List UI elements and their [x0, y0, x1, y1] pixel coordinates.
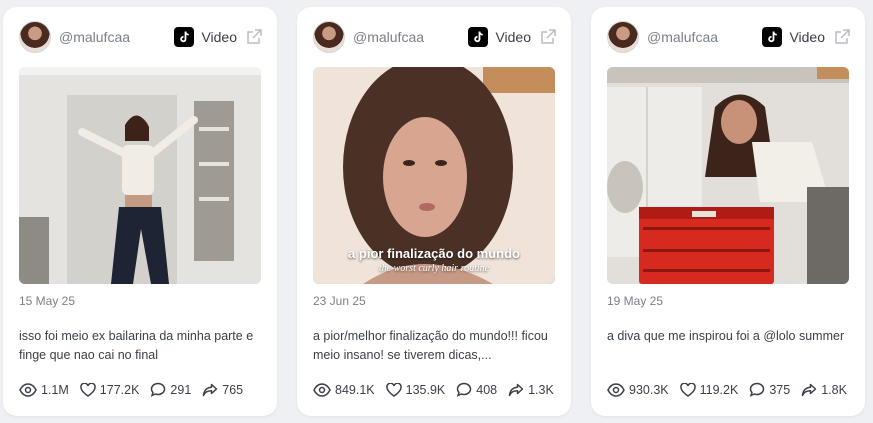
post-date: 15 May 25	[19, 294, 76, 308]
overlay-subtitle: the worst curly hair routine	[378, 263, 490, 274]
post-card[interactable]: @malufcaa Video	[3, 7, 277, 416]
eye-icon	[607, 382, 625, 397]
post-date: 23 Jun 25	[313, 294, 366, 308]
external-link-icon[interactable]	[539, 28, 557, 46]
eye-icon	[19, 382, 37, 397]
likes-stat: 177.2K	[80, 382, 140, 397]
shares-stat: 1.3K	[508, 383, 554, 397]
views-stat: 849.1K	[313, 383, 375, 397]
post-card[interactable]: @malufcaa Video a pior finalização do mu…	[297, 7, 571, 416]
tiktok-icon	[468, 27, 489, 47]
heart-icon	[385, 382, 402, 397]
likes-count: 119.2K	[699, 382, 739, 397]
share-icon	[508, 383, 524, 396]
video-thumbnail[interactable]	[607, 67, 849, 284]
platform-label: Video	[201, 29, 237, 45]
tiktok-icon	[174, 27, 195, 47]
eye-icon	[313, 382, 331, 397]
card-header: @malufcaa Video	[19, 21, 263, 53]
post-description: a pior/melhor finalização do mundo!!! fi…	[313, 329, 548, 362]
platform-info: Video	[762, 26, 851, 48]
comments-count: 408	[476, 382, 498, 397]
platform-info: Video	[174, 26, 263, 48]
likes-count: 177.2K	[99, 382, 140, 397]
post-date: 19 May 25	[607, 294, 664, 308]
comments-count: 375	[769, 382, 791, 397]
platform-label: Video	[789, 29, 825, 45]
creator-handle[interactable]: @malufcaa	[59, 29, 130, 45]
shares-stat: 1.8K	[801, 383, 847, 397]
video-thumbnail[interactable]	[19, 67, 261, 284]
video-thumbnail[interactable]: a pior finalização do mundo the worst cu…	[313, 67, 555, 284]
external-link-icon[interactable]	[245, 28, 263, 46]
post-card[interactable]: @malufcaa Video	[591, 7, 865, 416]
share-icon	[801, 383, 817, 396]
tiktok-icon	[762, 27, 783, 47]
views-count: 930.3K	[629, 382, 669, 397]
avatar[interactable]	[19, 21, 51, 53]
platform-label: Video	[495, 29, 531, 45]
heart-icon	[80, 382, 96, 397]
comment-icon	[151, 382, 166, 397]
post-stats: 849.1K 135.9K 408 1.3K	[313, 382, 563, 397]
views-stat: 1.1M	[19, 383, 69, 397]
heart-icon	[679, 382, 696, 397]
views-stat: 930.3K	[607, 383, 669, 397]
comments-stat: 291	[150, 382, 191, 397]
post-description: isso foi meio ex bailarina da minha part…	[19, 329, 254, 362]
comment-icon	[750, 382, 765, 397]
overlay-title: a pior finalização do mundo	[348, 246, 520, 261]
comments-stat: 375	[749, 382, 790, 397]
shares-stat: 765	[202, 383, 243, 397]
views-count: 849.1K	[335, 382, 375, 397]
share-icon	[203, 383, 218, 396]
video-caption-overlay: a pior finalização do mundo the worst cu…	[313, 246, 555, 274]
post-stats: 930.3K 119.2K 375 1.8K	[607, 382, 857, 397]
likes-stat: 135.9K	[385, 382, 446, 397]
likes-count: 135.9K	[405, 382, 446, 397]
creator-handle[interactable]: @malufcaa	[353, 29, 424, 45]
post-description: a diva que me inspirou foi a @lolo summe…	[607, 329, 845, 343]
platform-info: Video	[468, 26, 557, 48]
post-stats: 1.1M 177.2K 291 765	[19, 382, 269, 397]
shares-count: 1.3K	[528, 382, 554, 397]
avatar[interactable]	[607, 21, 639, 53]
comment-icon	[456, 382, 472, 397]
card-header: @malufcaa Video	[313, 21, 557, 53]
shares-count: 765	[222, 382, 244, 397]
creator-handle[interactable]: @malufcaa	[647, 29, 718, 45]
likes-stat: 119.2K	[679, 382, 739, 397]
card-header: @malufcaa Video	[607, 21, 851, 53]
comments-stat: 408	[456, 382, 497, 397]
comments-count: 291	[170, 382, 192, 397]
avatar[interactable]	[313, 21, 345, 53]
views-count: 1.1M	[41, 382, 69, 397]
external-link-icon[interactable]	[833, 28, 851, 46]
shares-count: 1.8K	[821, 382, 847, 397]
